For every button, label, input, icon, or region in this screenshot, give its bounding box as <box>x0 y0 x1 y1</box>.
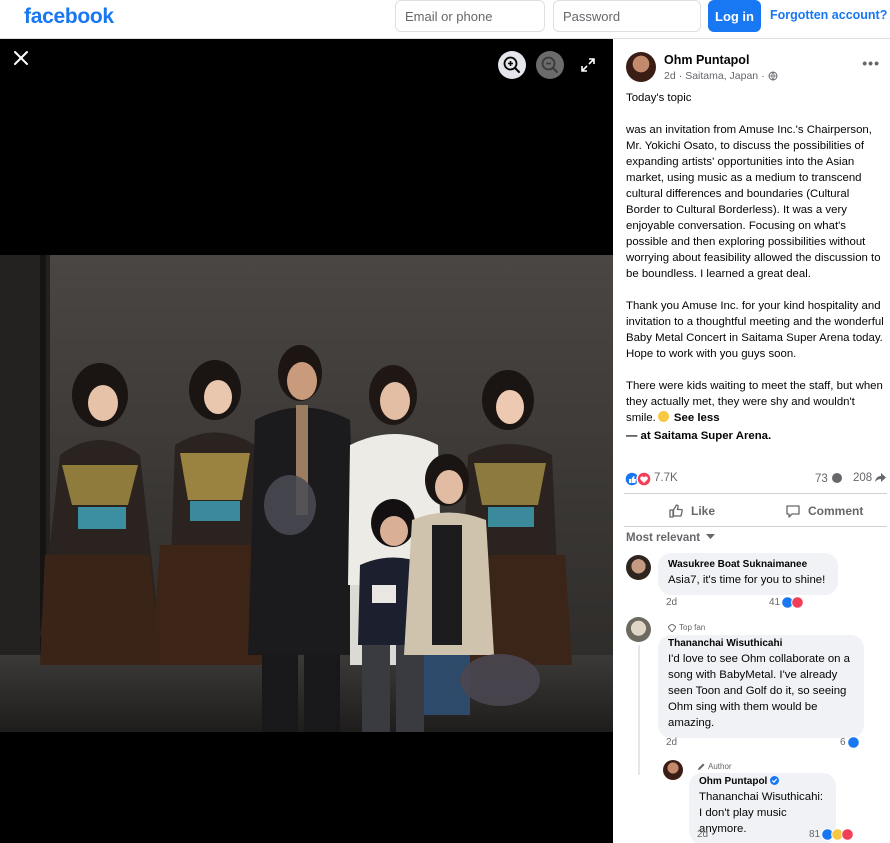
share-count-value: 208 <box>853 472 873 484</box>
reply-time[interactable]: 2d <box>697 829 708 840</box>
post-paragraph-1: Today's topic <box>626 92 692 104</box>
fullscreen-icon[interactable] <box>580 57 596 73</box>
comment-bubble: Wasukree Boat Suknaimanee Asia7, it's ti… <box>658 553 838 595</box>
meta-separator: · <box>678 70 683 82</box>
share-arrow-icon <box>875 473 887 482</box>
divider-top <box>624 493 887 494</box>
author-name[interactable]: Ohm Puntapol <box>664 53 749 67</box>
sort-label: Most relevant <box>626 532 701 544</box>
share-count[interactable]: 208 <box>853 472 887 484</box>
commenter-avatar[interactable] <box>626 617 651 642</box>
post-paragraph-4: There were kids waiting to meet the staf… <box>626 378 886 426</box>
comment-reaction-icons <box>781 596 804 609</box>
comment-reaction-count: 6 <box>840 737 846 748</box>
reply-author-name[interactable]: Ohm Puntapol <box>699 775 826 789</box>
zoom-in-icon <box>503 56 520 73</box>
comment-button[interactable]: Comment <box>785 499 863 523</box>
like-label: Like <box>691 504 716 518</box>
top-bar: facebook Log in Forgotten account? <box>0 0 890 39</box>
post-photo[interactable] <box>0 255 613 732</box>
top-fan-badge: Top fan <box>668 623 705 632</box>
post-stats: 7.7K 73 208 <box>624 471 887 487</box>
meta-separator-2: · <box>761 70 765 82</box>
comment-count-value: 73 <box>815 473 828 485</box>
reply-reactions[interactable]: 81 <box>809 828 855 841</box>
grin-emoji-icon <box>657 411 669 422</box>
post-text: Today's topic was an invitation from Amu… <box>626 90 886 460</box>
email-input[interactable] <box>395 0 545 32</box>
more-options-icon[interactable]: ••• <box>862 55 880 71</box>
author-badge-label: Author <box>708 762 732 771</box>
top-fan-label: Top fan <box>679 623 706 632</box>
like-button[interactable]: Like <box>668 499 715 523</box>
sort-comments-dropdown[interactable]: Most relevant <box>626 532 716 544</box>
commenter-name[interactable]: Thananchai Wisuthicahi <box>668 637 854 651</box>
reply-author-avatar[interactable] <box>663 760 683 780</box>
comment-text: Asia7, it's time for you to shine! <box>668 574 826 586</box>
facebook-logo[interactable]: facebook <box>24 5 114 29</box>
password-input[interactable] <box>553 0 701 32</box>
see-less-link[interactable]: See less <box>674 412 720 424</box>
reply-text: Thananchai Wisuthicahi: I don't play mus… <box>699 791 824 835</box>
like-thumb-icon <box>669 504 683 518</box>
diamond-icon <box>668 623 676 632</box>
like-reaction-icon <box>846 736 860 749</box>
globe-icon <box>768 71 778 81</box>
photo-viewer <box>0 39 613 843</box>
comment-time[interactable]: 2d <box>666 737 677 748</box>
comment-reaction-count: 41 <box>769 597 781 608</box>
comment-time[interactable]: 2d <box>666 597 677 608</box>
reply-reaction-icons <box>821 828 854 841</box>
login-button[interactable]: Log in <box>708 0 761 32</box>
commenter-name[interactable]: Wasukree Boat Suknaimanee <box>668 558 828 572</box>
comment-reactions[interactable]: 41 <box>769 596 805 609</box>
close-icon[interactable] <box>12 49 30 67</box>
chevron-down-icon <box>706 534 716 539</box>
reaction-count[interactable]: 7.7K <box>654 472 678 484</box>
zoom-out-button[interactable] <box>536 51 564 79</box>
zoom-in-button[interactable] <box>498 51 526 79</box>
checkin-location[interactable]: — at Saitama Super Arena. <box>626 428 886 444</box>
zoom-out-icon <box>541 56 558 73</box>
verified-badge-icon <box>770 776 780 785</box>
reply-reaction-count: 81 <box>809 829 821 840</box>
comment-bubble-icon <box>832 473 842 483</box>
post-paragraph-2: was an invitation from Amuse Inc.'s Chai… <box>626 124 881 280</box>
comment-bubble: Thananchai Wisuthicahi I'd love to see O… <box>658 635 864 738</box>
author-badge: Author <box>697 762 732 771</box>
post-meta: 2d · Saitama, Japan · <box>664 70 778 82</box>
post-time[interactable]: 2d <box>664 70 676 82</box>
reaction-icons[interactable] <box>624 471 652 487</box>
comment-text: I'd love to see Ohm collaborate on a son… <box>668 653 850 729</box>
comment-count[interactable]: 73 <box>815 472 843 485</box>
group-photo-illustration <box>0 255 613 732</box>
reply-author-name-text: Ohm Puntapol <box>699 776 768 787</box>
post-panel: Ohm Puntapol 2d · Saitama, Japan · ••• T… <box>613 39 890 843</box>
author-avatar[interactable] <box>626 52 656 82</box>
commenter-avatar[interactable] <box>626 555 651 580</box>
thread-line <box>638 645 640 775</box>
comment-label: Comment <box>808 504 864 518</box>
pencil-icon <box>698 763 705 770</box>
post-paragraph-3: Thank you Amuse Inc. for your kind hospi… <box>626 300 884 360</box>
comment-reactions[interactable]: 6 <box>840 736 860 749</box>
divider-bottom <box>624 526 887 527</box>
comment-icon <box>786 505 800 518</box>
forgot-account-link[interactable]: Forgotten account? <box>770 8 887 22</box>
post-location[interactable]: Saitama, Japan <box>685 70 758 82</box>
